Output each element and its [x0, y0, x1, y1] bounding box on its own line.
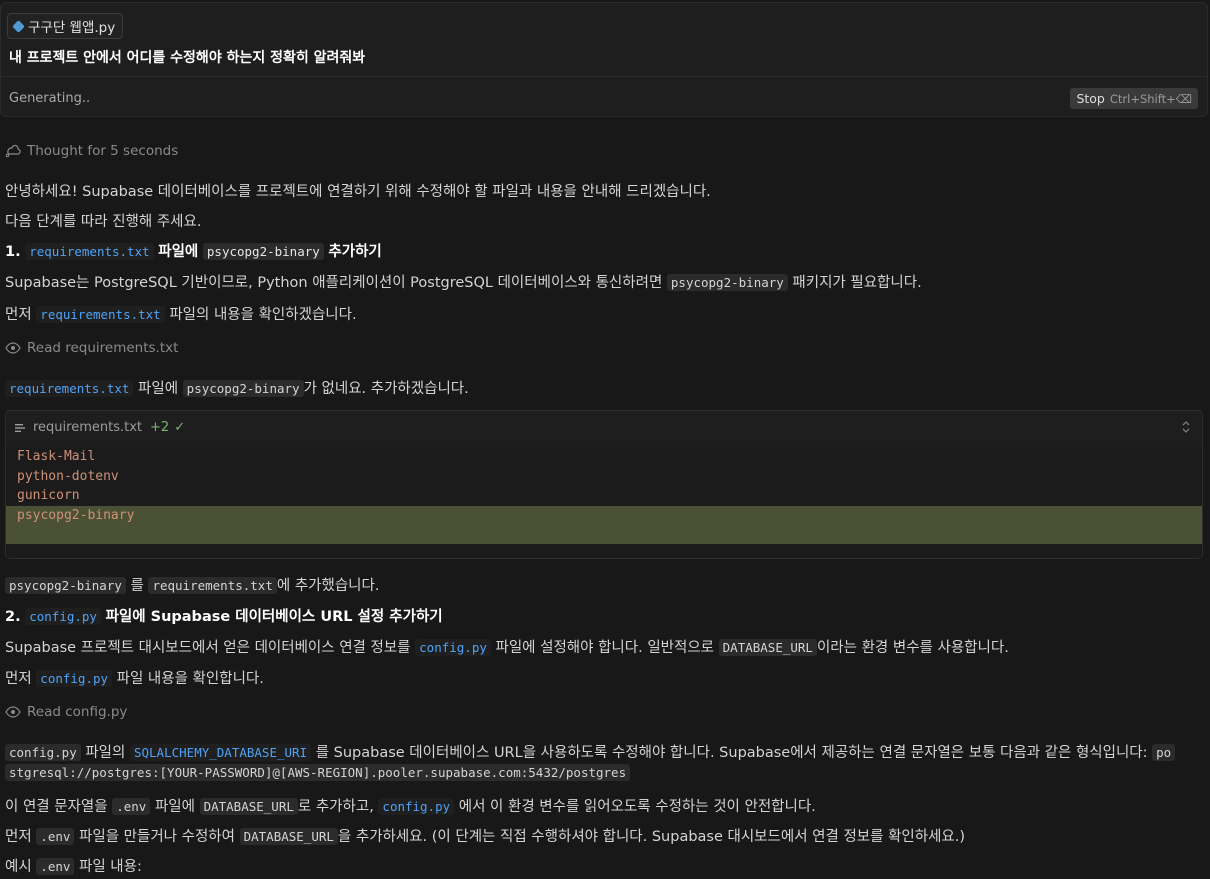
step2-r1-a: 파일의	[85, 745, 126, 761]
step2-heading: 2. config.py 파일에 Supabase 데이터베이스 URL 설정 …	[5, 605, 443, 626]
thought-toggle[interactable]: Thought for 5 seconds	[5, 143, 178, 159]
step1-check-a: 먼저	[5, 307, 32, 323]
context-file-chip[interactable]: 구구단 웹앱.py	[7, 13, 124, 39]
step1-check-code[interactable]: requirements.txt	[36, 306, 165, 323]
step2-r3-b: 파일을 만들거나 수정하여	[79, 829, 235, 845]
code-line: gunicorn	[17, 488, 80, 503]
step1-result-a: 파일에	[138, 381, 179, 397]
step2-r3-c: 을 추가하세요. (이 단계는 직접 수행하셔야 합니다. Supabase 대…	[337, 829, 966, 845]
code-block-diff: +2	[150, 420, 170, 435]
step2-r2-code2: DATABASE_URL	[199, 798, 298, 815]
added-b: 에 추가했습니다.	[276, 578, 380, 594]
read-config-label: Read config.py	[27, 704, 128, 720]
step2-r4-b: 파일 내용:	[79, 859, 142, 875]
thought-label: Thought for 5 seconds	[27, 143, 179, 159]
step1-end: 추가하기	[328, 244, 382, 260]
prompt-text: 내 프로젝트 안에서 어디를 수정해야 하는지 정확히 알려줘봐	[9, 50, 366, 66]
step2-r2-a: 이 연결 문자열을	[5, 799, 108, 815]
step2-desc-c: 이라는 환경 변수를 사용합니다.	[816, 640, 1009, 656]
step2-r2: 이 연결 문자열을 .env 파일에 DATABASE_URL 로 추가하고, c…	[5, 795, 816, 816]
eye-icon	[5, 706, 21, 718]
step2-r2-c: 로 추가하고,	[297, 799, 374, 815]
step2-number: 2.	[5, 609, 21, 625]
stop-label: Stop	[1076, 91, 1105, 106]
step2-r4-a: 예시	[5, 859, 32, 875]
step2-r1-tail: po	[1152, 744, 1176, 761]
step2-r1-b: 를 Supabase 데이터베이스 URL을 사용하도록 수정해야 합니다. S…	[315, 745, 1148, 761]
code-block-header[interactable]: requirements.txt +2 ✓	[6, 411, 1202, 444]
step2-r4-code: .env	[36, 858, 75, 875]
step1-heading: 1. requirements.txt 파일에 psycopg2-binary …	[5, 240, 382, 261]
code-block-body: Flask-Mail python-dotenv gunicorn psycop…	[6, 447, 1202, 558]
step2-r3-a: 먼저	[5, 829, 32, 845]
step2-desc-code2: DATABASE_URL	[718, 639, 817, 656]
step2-r2-d: 에서 이 환경 변수를 읽어오도록 수정하는 것이 안전합니다.	[458, 799, 816, 815]
stop-button[interactable]: Stop Ctrl+Shift+⌫	[1070, 88, 1198, 109]
step2-r3: 먼저 .env 파일을 만들거나 수정하여 DATABASE_URL 을 추가하세…	[5, 825, 965, 846]
step1-desc-a: Supabase는 PostgreSQL 기반이므로, Python 애플리케이…	[5, 275, 663, 291]
intro-line-1: 안녕하세요! Supabase 데이터베이스를 프로젝트에 연결하기 위해 수정…	[5, 184, 711, 200]
added-code2: requirements.txt	[148, 577, 277, 594]
step1-mid: 파일에	[158, 244, 199, 260]
step2-desc: Supabase 프로젝트 대시보드에서 얻은 데이터베이스 연결 정보를 co…	[5, 636, 1009, 657]
step2-check-code[interactable]: config.py	[36, 670, 113, 687]
added-a: 를	[130, 578, 144, 594]
code-line-added-empty	[6, 525, 1202, 544]
check-icon: ✓	[174, 420, 186, 435]
context-file-label: 구구단 웹앱.py	[28, 20, 116, 36]
step1-file-code[interactable]: requirements.txt	[25, 243, 154, 260]
code-line: Flask-Mail	[17, 449, 96, 464]
prompt-divider	[1, 76, 1207, 77]
code-edit-block: requirements.txt +2 ✓ Flask-Mail python-…	[5, 410, 1203, 559]
chevron-updown-icon[interactable]	[1180, 419, 1192, 435]
step2-file-code[interactable]: config.py	[25, 608, 101, 625]
step2-r2-code3[interactable]: config.py	[378, 798, 455, 815]
step2-r4: 예시 .env 파일 내용:	[5, 855, 142, 876]
step1-result-b: 가 없네요. 추가하겠습니다.	[303, 381, 469, 397]
prompt-box: 구구단 웹앱.py 내 프로젝트 안에서 어디를 수정해야 하는지 정확히 알려…	[0, 2, 1208, 117]
read-requirements-label: Read requirements.txt	[27, 340, 179, 356]
lines-icon	[15, 423, 25, 432]
step2-check-b: 파일 내용을 확인합니다.	[116, 671, 264, 687]
step2-desc-b: 파일에 설정해야 합니다. 일반적으로	[495, 640, 715, 656]
added-code1: psycopg2-binary	[5, 577, 126, 594]
step2-check: 먼저 config.py 파일 내용을 확인합니다.	[5, 667, 264, 688]
step1-result-code1[interactable]: requirements.txt	[5, 380, 134, 397]
step2-r1-cont-line: stgresql://postgres:[YOUR-PASSWORD]@[AWS…	[5, 764, 631, 781]
step2-check-a: 먼저	[5, 671, 32, 687]
step2-r2-b: 파일에	[154, 799, 195, 815]
step1-desc-code: psycopg2-binary	[666, 274, 788, 291]
intro-line-2: 다음 단계를 따라 진행해 주세요.	[5, 214, 202, 230]
brain-icon	[5, 144, 21, 158]
code-block-filename: requirements.txt	[33, 420, 143, 435]
step1-check: 먼저 requirements.txt 파일의 내용을 확인하겠습니다.	[5, 303, 357, 324]
code-line: python-dotenv	[17, 468, 119, 484]
stop-shortcut: Ctrl+Shift+⌫	[1109, 91, 1192, 106]
step2-r1-code2[interactable]: SQLALCHEMY_DATABASE_URI	[129, 744, 312, 761]
step2-r3-code2: DATABASE_URL	[239, 828, 338, 845]
step1-desc: Supabase는 PostgreSQL 기반이므로, Python 애플리케이…	[5, 271, 922, 292]
step2-r1: config.py 파일의 SQLALCHEMY_DATABASE_URI 를 …	[5, 741, 1205, 762]
connection-string-code: stgresql://postgres:[YOUR-PASSWORD]@[AWS…	[5, 764, 631, 781]
step2-desc-a: Supabase 프로젝트 대시보드에서 얻은 데이터베이스 연결 정보를	[5, 640, 411, 656]
step1-result: requirements.txt 파일에 psycopg2-binary 가 없네…	[5, 377, 469, 398]
eye-icon	[5, 342, 21, 354]
step1-pkg-code: psycopg2-binary	[202, 243, 324, 260]
generating-status: Generating..	[9, 91, 91, 106]
step1-number: 1.	[5, 244, 21, 260]
step2-r2-code1: .env	[112, 798, 151, 815]
step1-check-b: 파일의 내용을 확인하겠습니다.	[169, 307, 357, 323]
read-config-status[interactable]: Read config.py	[5, 704, 127, 720]
step2-r1-code1: config.py	[5, 744, 81, 761]
added-line: psycopg2-binary 를 requirements.txt 에 추가했습…	[5, 574, 379, 595]
step1-result-code2: psycopg2-binary	[182, 380, 304, 397]
step2-desc-code1[interactable]: config.py	[415, 639, 491, 656]
code-line-added: psycopg2-binary	[6, 505, 1202, 525]
step2-title: 파일에 Supabase 데이터베이스 URL 설정 추가하기	[105, 609, 443, 625]
step1-desc-b: 패키지가 필요합니다.	[792, 275, 922, 291]
read-requirements-status[interactable]: Read requirements.txt	[5, 340, 178, 356]
python-file-icon	[12, 19, 25, 33]
step2-r3-code1: .env	[36, 828, 75, 845]
